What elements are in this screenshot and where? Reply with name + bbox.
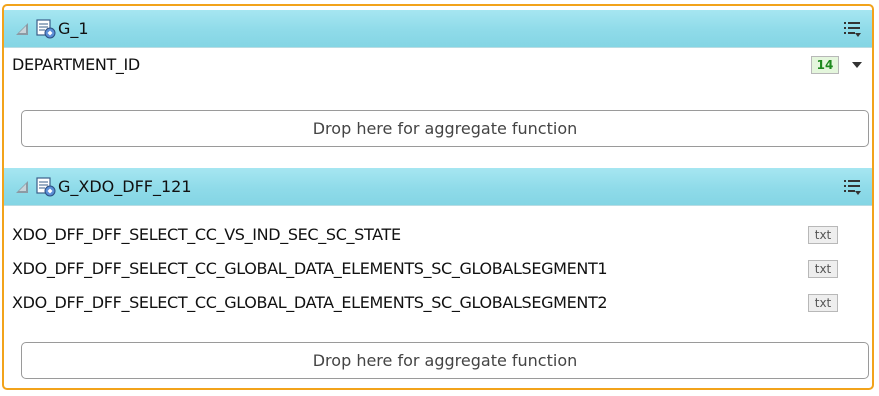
- group-header-g-xdo-dff-121[interactable]: G_XDO_DFF_121: [4, 168, 872, 206]
- aggregate-drop-zone[interactable]: Drop here for aggregate function: [21, 342, 869, 379]
- number-type-icon: 14: [811, 56, 839, 74]
- data-model-panel: G_1 DEPARTMENT_ID 14 Drop here for aggre…: [2, 4, 874, 390]
- field-name: XDO_DFF_DFF_SELECT_CC_VS_IND_SEC_SC_STAT…: [12, 225, 401, 244]
- aggregate-drop-zone[interactable]: Drop here for aggregate function: [21, 110, 869, 147]
- text-type-icon: txt: [808, 226, 838, 244]
- field-name: DEPARTMENT_ID: [12, 55, 140, 74]
- collapse-triangle-icon[interactable]: [16, 181, 28, 193]
- field-name: XDO_DFF_DFF_SELECT_CC_GLOBAL_DATA_ELEMEN…: [12, 259, 608, 278]
- data-group-icon: [36, 19, 56, 39]
- field-row[interactable]: DEPARTMENT_ID 14: [4, 48, 872, 82]
- collapse-triangle-icon[interactable]: [16, 23, 28, 35]
- chevron-down-icon[interactable]: [852, 62, 862, 68]
- data-group-icon: [36, 177, 56, 197]
- text-type-icon: txt: [808, 260, 838, 278]
- field-row[interactable]: XDO_DFF_DFF_SELECT_CC_GLOBAL_DATA_ELEMEN…: [4, 252, 872, 286]
- text-type-icon: txt: [808, 294, 838, 312]
- group-header-g1[interactable]: G_1: [4, 10, 872, 48]
- field-row[interactable]: XDO_DFF_DFF_SELECT_CC_VS_IND_SEC_SC_STAT…: [4, 218, 872, 252]
- field-row[interactable]: XDO_DFF_DFF_SELECT_CC_GLOBAL_DATA_ELEMEN…: [4, 286, 872, 320]
- group-title: G_1: [58, 19, 89, 38]
- group-menu-icon[interactable]: [842, 177, 862, 197]
- group-title: G_XDO_DFF_121: [58, 177, 192, 196]
- field-name: XDO_DFF_DFF_SELECT_CC_GLOBAL_DATA_ELEMEN…: [12, 293, 608, 312]
- group-menu-icon[interactable]: [842, 19, 862, 39]
